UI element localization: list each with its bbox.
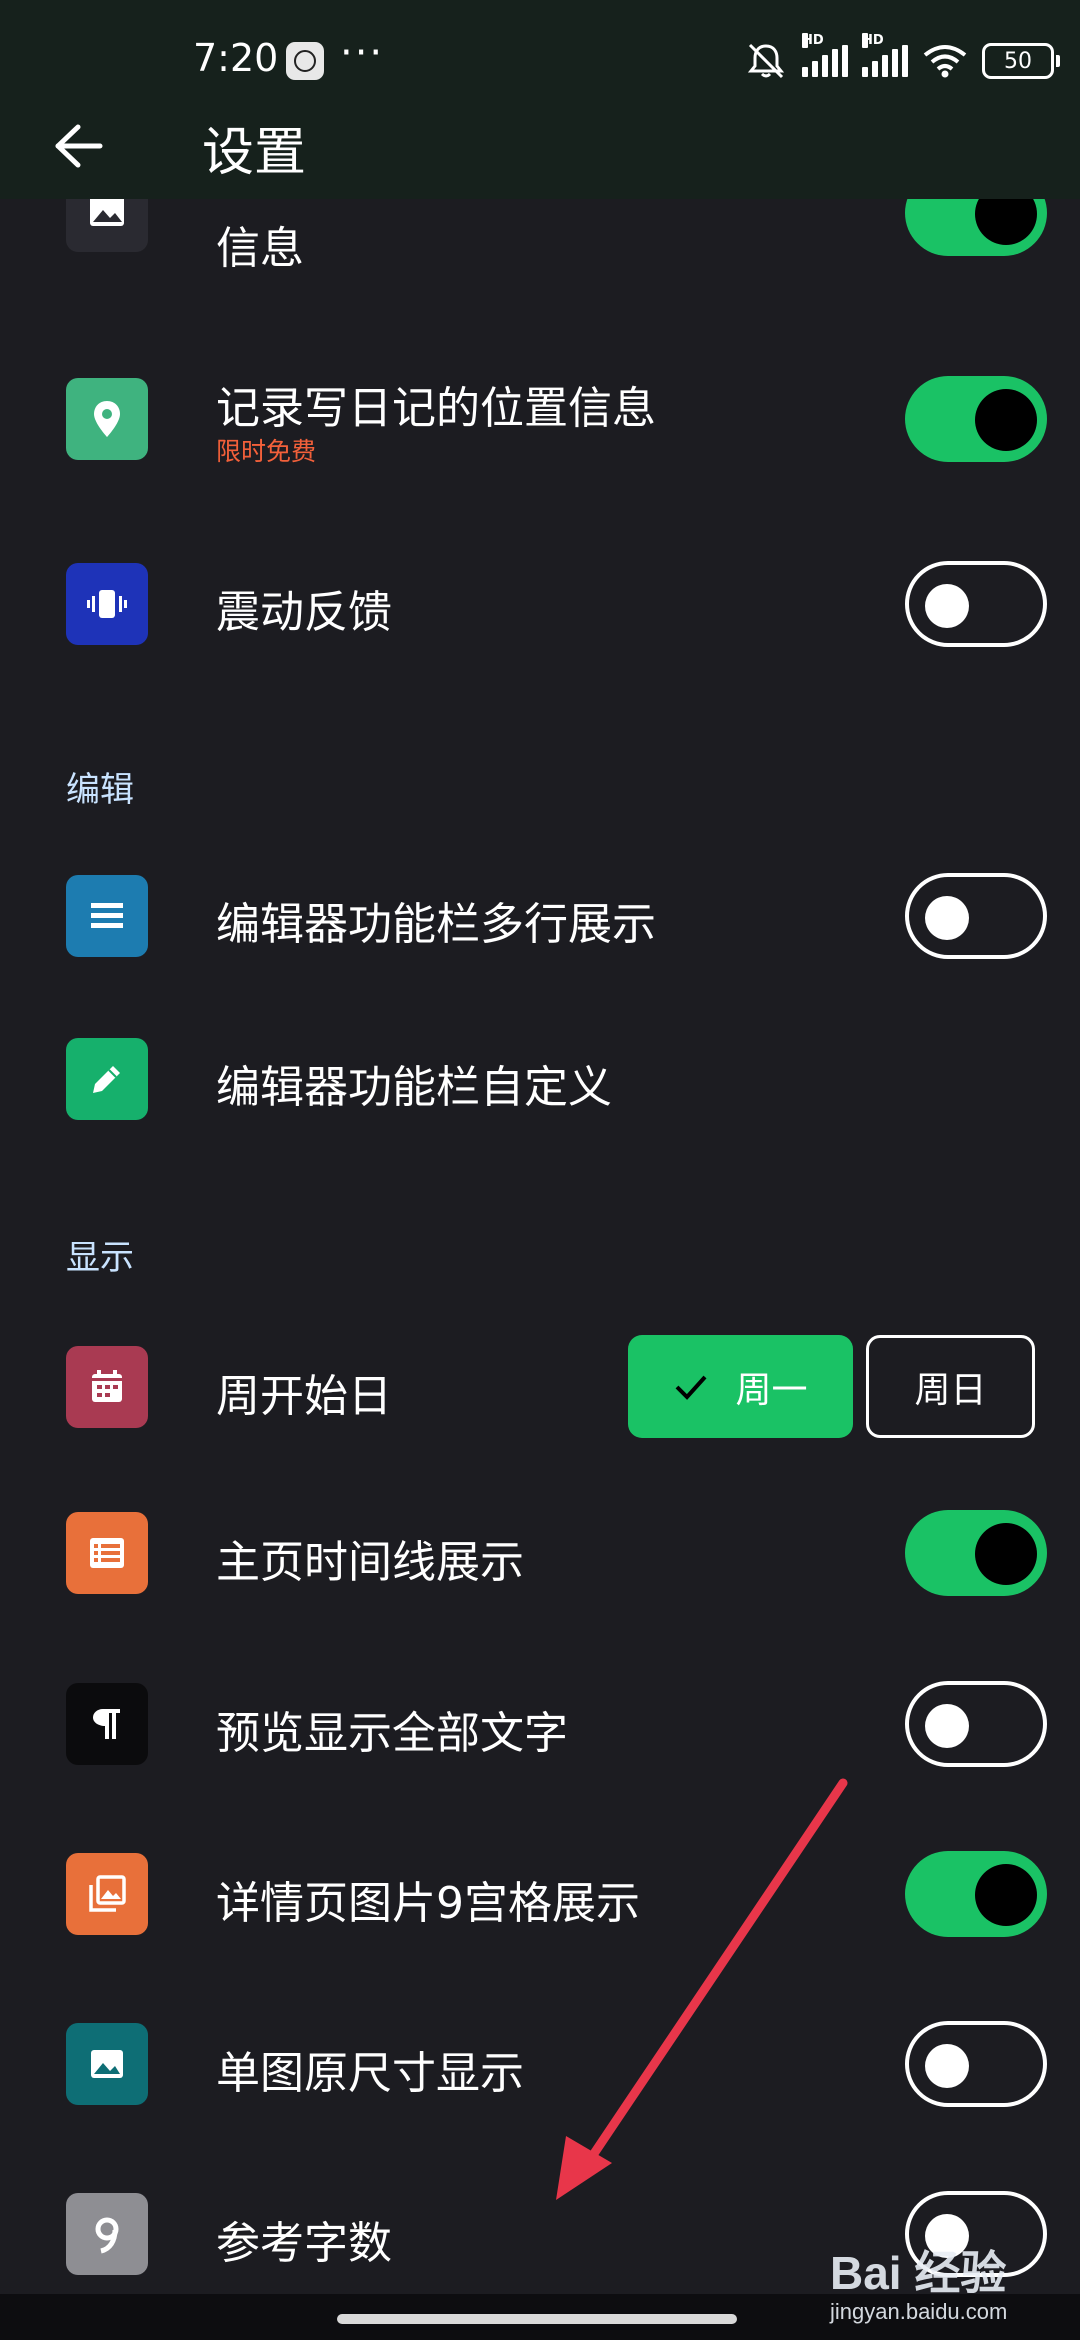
setting-label: 详情页图片9宫格展示	[216, 1878, 640, 1929]
toolbar-multiline-toggle[interactable]	[905, 873, 1047, 959]
paragraph-icon	[66, 1683, 148, 1765]
calendar-icon	[66, 1346, 148, 1428]
week-start-monday-option[interactable]: 周一	[628, 1335, 853, 1438]
timer-app-icon	[286, 42, 324, 80]
baidu-watermark: Bai 经验 jingyan.baidu.com	[830, 2237, 1007, 2325]
option-label: 周一	[735, 1369, 808, 1411]
cell-signal-1-icon: HD	[802, 33, 848, 77]
page-title: 设置	[202, 123, 307, 183]
cell-signal-2-icon: HD	[862, 33, 908, 77]
status-more-indicator: ···	[340, 30, 385, 76]
limited-free-badge: 限时免费	[216, 437, 317, 466]
bell-muted-icon	[747, 43, 785, 79]
app-header: 7:20 ··· HD HD 50 设置	[0, 0, 1080, 199]
single-image-toggle[interactable]	[905, 2021, 1047, 2107]
annotation-arrow	[556, 1778, 848, 2200]
nine-icon	[66, 2193, 148, 2275]
status-time: 7:20	[193, 36, 279, 80]
status-icons: HD HD 50	[744, 33, 1060, 86]
location-toggle[interactable]	[905, 376, 1047, 462]
watermark-url: jingyan.baidu.com	[830, 2299, 1008, 2324]
menu-lines-icon	[66, 875, 148, 957]
setting-label: 周开始日	[216, 1371, 392, 1422]
vibration-toggle[interactable]	[905, 561, 1047, 647]
timeline-toggle[interactable]	[905, 1510, 1047, 1596]
setting-label: 编辑器功能栏自定义	[216, 1062, 612, 1113]
setting-label: 参考字数	[216, 2218, 392, 2269]
check-icon	[676, 1375, 707, 1400]
setting-label: 主页时间线展示	[216, 1537, 524, 1588]
setting-label: 预览显示全部文字	[216, 1708, 568, 1759]
list-icon	[66, 1512, 148, 1594]
back-arrow-icon[interactable]	[52, 118, 108, 174]
section-header-display: 显示	[66, 1238, 134, 1278]
week-start-sunday-option[interactable]: 周日	[866, 1335, 1035, 1438]
wifi-icon	[923, 45, 967, 78]
section-header-edit: 编辑	[66, 770, 134, 810]
vibration-icon	[66, 563, 148, 645]
pencil-icon	[66, 1038, 148, 1120]
location-pin-icon	[66, 378, 148, 460]
battery-indicator: 50	[982, 43, 1060, 79]
setting-label: 单图原尺寸显示	[216, 2048, 524, 2099]
option-label: 周日	[914, 1369, 987, 1411]
image-icon	[66, 2023, 148, 2105]
setting-label: 记录写日记的位置信息	[216, 383, 656, 434]
hd-label-2: HD	[862, 33, 884, 48]
grid9-toggle[interactable]	[905, 1851, 1047, 1937]
setting-label: 信息	[216, 223, 304, 274]
home-indicator[interactable]	[337, 2314, 737, 2324]
setting-label: 震动反馈	[216, 587, 392, 638]
watermark-brand: Bai 经验	[830, 2247, 1007, 2299]
preview-all-toggle[interactable]	[905, 1681, 1047, 1767]
setting-label: 编辑器功能栏多行展示	[216, 899, 656, 950]
photo-library-icon	[66, 1853, 148, 1935]
hd-label-1: HD	[802, 33, 824, 48]
